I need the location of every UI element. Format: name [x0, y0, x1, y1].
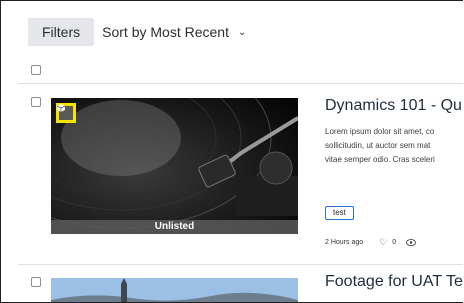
tag-badge[interactable]: test [325, 206, 354, 220]
chevron-down-icon: ⌄ [237, 26, 247, 38]
item-age: 2 Hours ago [325, 239, 364, 246]
item-checkbox[interactable] [31, 97, 41, 107]
video-thumbnail[interactable]: Unlisted [51, 98, 298, 234]
item-checkbox[interactable] [31, 277, 41, 287]
landscape-image [51, 278, 298, 302]
cube-icon [56, 103, 76, 123]
divider [18, 264, 463, 265]
turntable-image [51, 98, 298, 234]
item-description: Lorem ipsum dolor sit amet, co sollicitu… [325, 127, 435, 164]
item-meta: 2 Hours ago ♡ 0 [325, 237, 417, 248]
item-title[interactable]: Dynamics 101 - Qu [325, 97, 462, 115]
select-all-checkbox[interactable] [31, 65, 41, 75]
divider [18, 83, 463, 84]
heart-icon[interactable]: ♡ [379, 237, 387, 248]
sort-label: Sort by Most Recent [102, 24, 229, 40]
media-list-panel: Filters Sort by Most Recent ⌄ Unlisted D… [0, 0, 463, 303]
toolbar: Filters Sort by Most Recent ⌄ [28, 18, 246, 46]
filters-button[interactable]: Filters [28, 18, 95, 46]
eye-icon [406, 239, 417, 246]
item-title[interactable]: Footage for UAT Te [325, 273, 463, 291]
visibility-label: Unlisted [51, 220, 298, 234]
sort-dropdown[interactable]: Sort by Most Recent ⌄ [102, 24, 246, 40]
like-count: 0 [392, 239, 397, 246]
video-thumbnail[interactable] [51, 278, 298, 302]
